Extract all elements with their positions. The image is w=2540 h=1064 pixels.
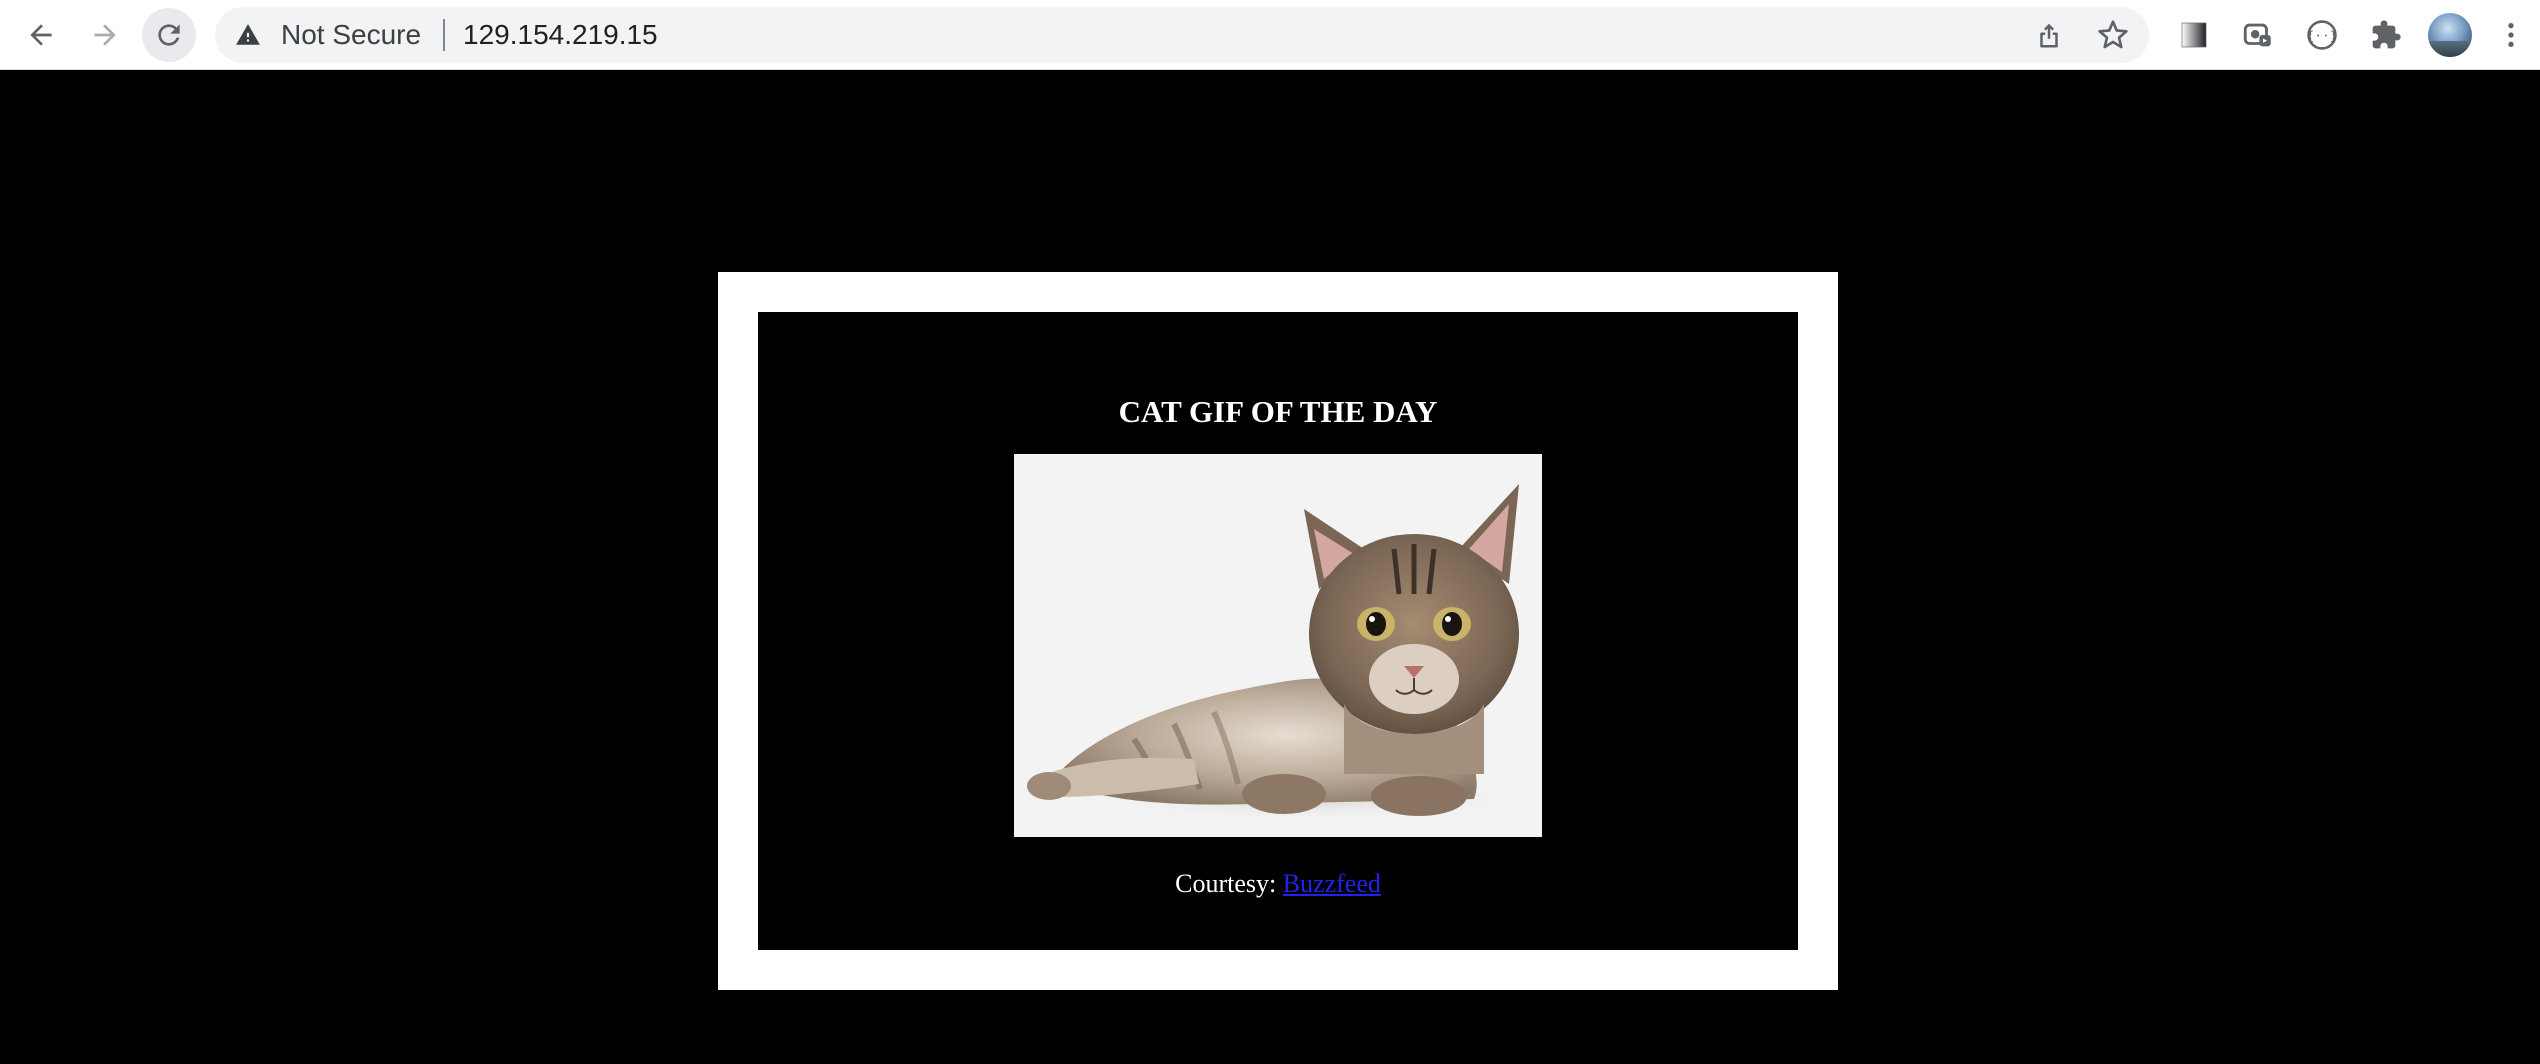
content-panel: CAT GIF OF THE DAY Courtesy: Buzzfeed	[758, 312, 1798, 950]
reload-icon	[158, 24, 180, 46]
extension-code-button[interactable]: {··}	[2295, 8, 2349, 62]
extension-screenshot-button[interactable]	[2231, 8, 2285, 62]
cat-illustration	[1027, 484, 1542, 824]
avatar[interactable]	[2428, 13, 2472, 57]
star-icon	[2098, 20, 2128, 49]
arrow-left-icon	[30, 24, 52, 46]
cat-gif-image	[1014, 454, 1542, 837]
bookmark-button[interactable]	[2095, 17, 2131, 53]
kebab-menu-icon	[2508, 23, 2514, 47]
share-icon	[2040, 23, 2058, 48]
courtesy-label: Courtesy:	[1175, 869, 1283, 898]
page-title: CAT GIF OF THE DAY	[1118, 394, 1438, 429]
reload-button[interactable]	[142, 8, 196, 62]
address-bar[interactable]: Not Secure 129.154.219.15	[215, 7, 2149, 63]
warning-triangle-icon	[236, 24, 260, 45]
courtesy-line: Courtesy: Buzzfeed	[758, 869, 1798, 899]
address-separator	[443, 19, 445, 51]
screenshot-extension-icon	[2243, 23, 2271, 47]
arrow-right-icon	[94, 24, 116, 46]
extension-gradient-button[interactable]	[2167, 8, 2221, 62]
svg-text:{··}: {··}	[2307, 29, 2338, 44]
url-text[interactable]: 129.154.219.15	[463, 7, 658, 63]
buzzfeed-link[interactable]: Buzzfeed	[1283, 869, 1381, 898]
back-button[interactable]	[14, 8, 68, 62]
browser-menu-button[interactable]	[2484, 8, 2538, 62]
share-button[interactable]	[2031, 17, 2067, 53]
code-braces-icon: {··}	[2307, 20, 2338, 50]
security-status[interactable]: Not Secure	[281, 7, 421, 63]
browser-toolbar: Not Secure 129.154.219.15 {··}	[0, 0, 2540, 70]
content-frame: CAT GIF OF THE DAY Courtesy: Buzzfeed	[718, 272, 1838, 990]
puzzle-icon	[2372, 20, 2401, 49]
extensions-button[interactable]	[2359, 8, 2413, 62]
gradient-square-icon	[2181, 22, 2207, 48]
forward-button[interactable]	[78, 8, 132, 62]
